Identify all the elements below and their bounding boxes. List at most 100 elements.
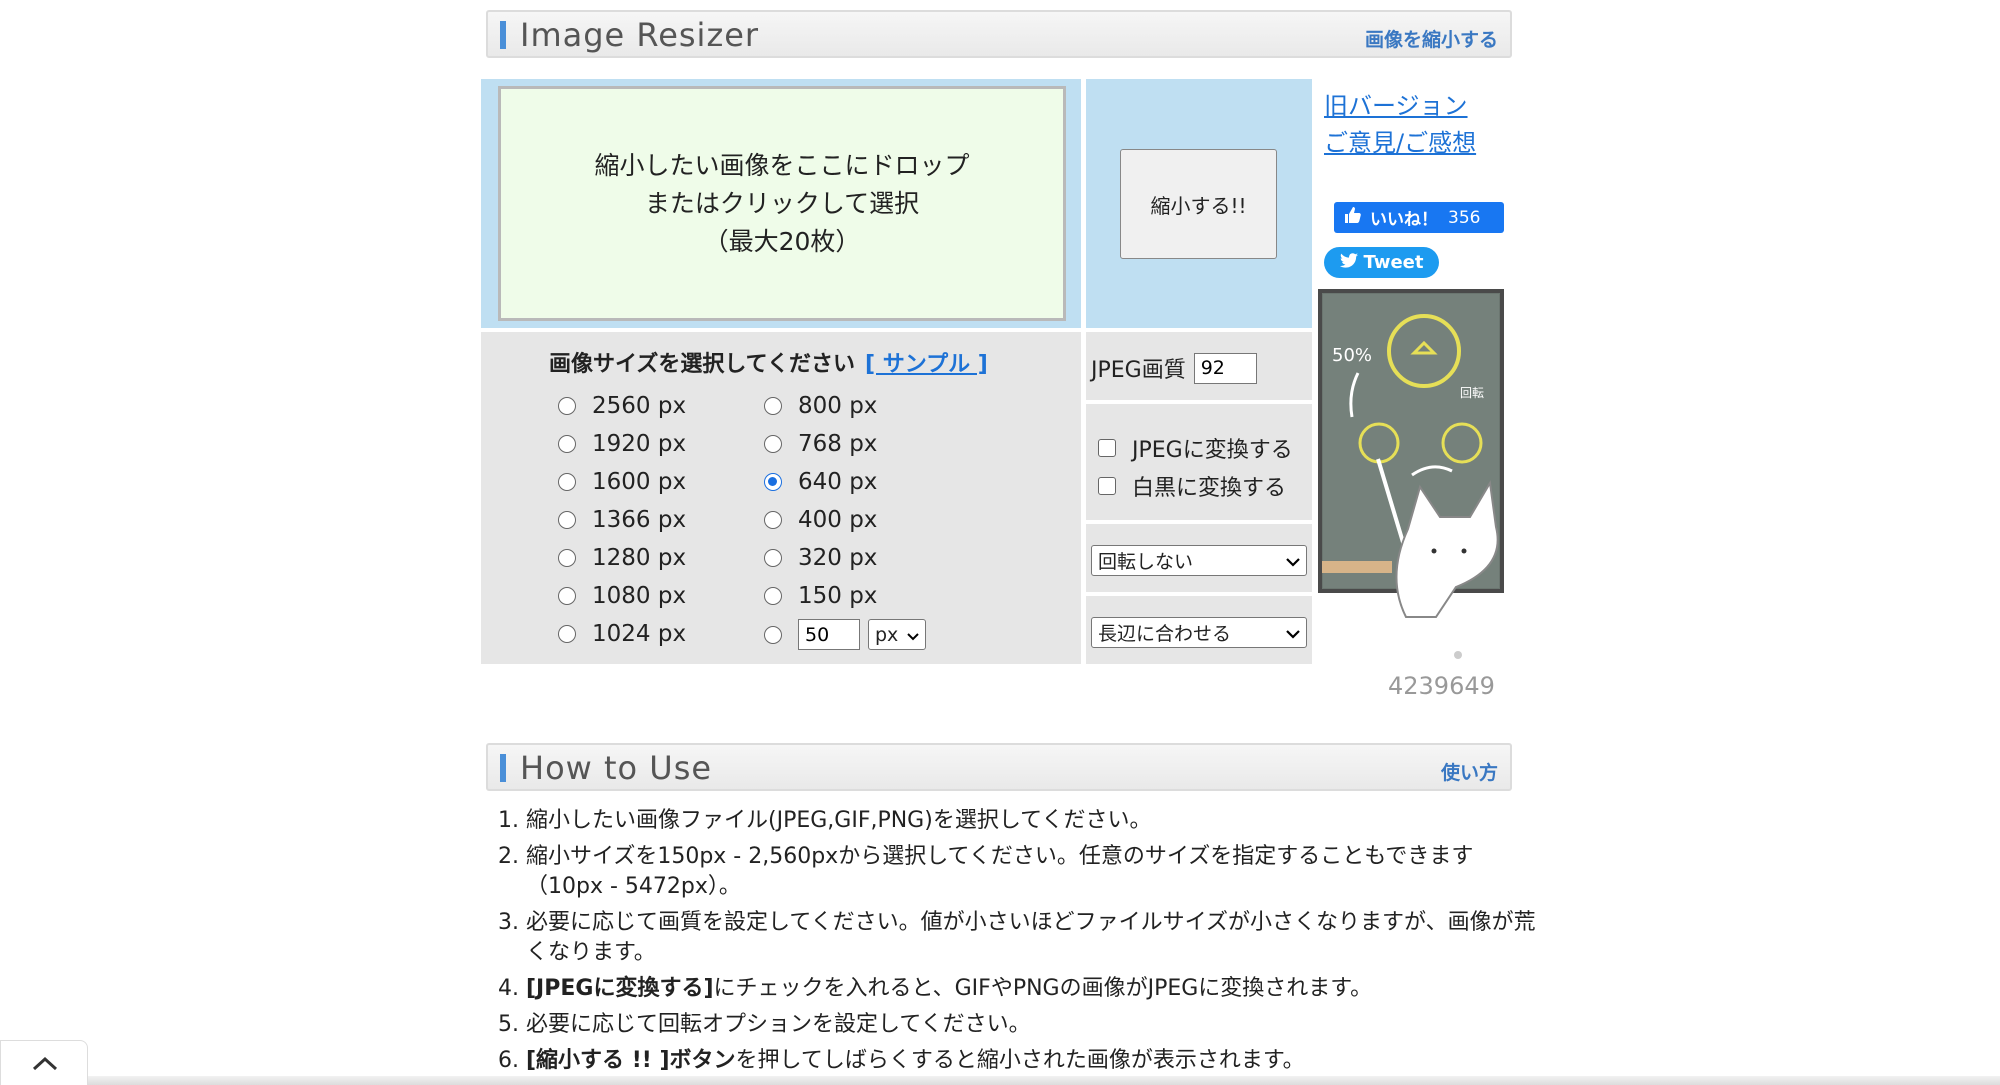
size-option-150[interactable]: 150 px xyxy=(764,583,877,609)
step-text: を押してしばらくすると縮小された画像が表示されます。 xyxy=(735,1048,1305,1073)
size-label: 1024 px xyxy=(592,621,687,647)
step-number: 6. xyxy=(498,1048,519,1073)
header-title: Image Resizer xyxy=(520,16,760,54)
header-title: How to Use xyxy=(520,749,713,787)
percent-chalk-label: 50% xyxy=(1332,345,1372,366)
rotate-chalk-label: 回転 xyxy=(1460,386,1484,400)
feedback-link[interactable]: ご意見/ご感想 xyxy=(1324,123,1476,158)
size-label: 1366 px xyxy=(592,507,687,533)
image-drop-zone[interactable]: 縮小したい画像をここにドロップ またはクリックして選択 （最大20枚） xyxy=(498,86,1066,321)
convert-jpeg-checkbox[interactable] xyxy=(1098,439,1116,457)
step-number: 3. xyxy=(498,910,519,935)
header-subtitle: 画像を縮小する xyxy=(1364,29,1498,51)
size-option-768[interactable]: 768 px xyxy=(764,431,877,457)
chevron-down-icon xyxy=(1286,550,1300,572)
chalkboard-cat-illustration: 50% 回転 xyxy=(1318,289,1504,659)
size-section-title: 画像サイズを選択してください [ サンプル ] xyxy=(549,346,988,378)
size-label: 1600 px xyxy=(592,469,687,495)
fit-select[interactable]: 長辺に合わせる xyxy=(1091,617,1307,648)
header-accent-bar xyxy=(500,754,506,782)
header-image-resizer: Image Resizer 画像を縮小する xyxy=(486,10,1512,58)
size-label: 1280 px xyxy=(592,545,687,571)
scroll-to-top-button[interactable] xyxy=(0,1040,88,1085)
radio-800[interactable] xyxy=(764,397,782,415)
step-text: 縮小したい画像ファイル(JPEG,GIF,PNG)を選択してください。 xyxy=(526,808,1152,833)
size-label: 640 px xyxy=(798,469,878,495)
radio-1600[interactable] xyxy=(558,473,576,491)
size-label: 768 px xyxy=(798,431,878,457)
rotate-select[interactable]: 回転しない xyxy=(1091,545,1307,576)
like-label: いいね！ xyxy=(1370,210,1438,230)
convert-jpeg-option[interactable]: JPEGに変換する xyxy=(1098,432,1293,464)
radio-768[interactable] xyxy=(764,435,782,453)
header-subtitle: 使い方 xyxy=(1440,762,1498,784)
size-label: 400 px xyxy=(798,507,878,533)
visitor-counter: 4239649 xyxy=(1388,672,1495,700)
step-number: 4. xyxy=(498,976,519,1001)
size-option-1366[interactable]: 1366 px xyxy=(558,507,686,533)
jpeg-quality-label: JPEG画質 xyxy=(1091,358,1186,383)
custom-size-input[interactable] xyxy=(798,619,860,650)
step-text: 必要に応じて画質を設定してください。値が小さいほどファイルサイズが小さくなります… xyxy=(526,910,1536,965)
size-panel xyxy=(481,332,1081,664)
radio-1024[interactable] xyxy=(558,625,576,643)
size-label: 320 px xyxy=(798,545,878,571)
step-number: 5. xyxy=(498,1012,519,1037)
chevron-up-icon xyxy=(32,1056,58,1075)
chevron-down-icon xyxy=(907,624,919,646)
radio-1366[interactable] xyxy=(558,511,576,529)
list-item: 6. [縮小する !! ]ボタンを押してしばらくすると縮小された画像が表示されます… xyxy=(498,1046,1536,1076)
radio-1080[interactable] xyxy=(558,587,576,605)
radio-1280[interactable] xyxy=(558,549,576,567)
radio-custom[interactable] xyxy=(764,625,782,644)
grayscale-option[interactable]: 白黒に変換する xyxy=(1098,470,1286,502)
size-label: 2560 px xyxy=(592,393,687,419)
list-item: 5. 必要に応じて回転オプションを設定してください。 xyxy=(498,1010,1536,1040)
size-option-1280[interactable]: 1280 px xyxy=(558,545,686,571)
size-option-custom[interactable]: px xyxy=(764,619,926,650)
radio-150[interactable] xyxy=(764,587,782,605)
step-text: にチェックを入れると、GIFやPNGの画像がJPEGに変換されます。 xyxy=(713,976,1373,1001)
size-label: 1080 px xyxy=(592,583,687,609)
sample-link[interactable]: [ サンプル ] xyxy=(865,352,988,377)
grayscale-checkbox[interactable] xyxy=(1098,477,1116,495)
step-bold: [縮小する !! ]ボタン xyxy=(526,1048,736,1073)
size-title-text: 画像サイズを選択してください xyxy=(549,352,856,377)
step-bold: [JPEGに変換する] xyxy=(526,976,714,1001)
list-item: 4. [JPEGに変換する]にチェックを入れると、GIFやPNGの画像がJPEGに… xyxy=(498,974,1536,1004)
drop-line-2: またはクリックして選択 xyxy=(644,188,920,218)
radio-2560[interactable] xyxy=(558,397,576,415)
convert-jpeg-label: JPEGに変換する xyxy=(1132,438,1293,463)
old-version-link[interactable]: 旧バージョン xyxy=(1324,86,1468,121)
step-text: 縮小サイズを150px - 2,560pxから選択してください。任意のサイズを指… xyxy=(526,844,1474,899)
size-option-1024[interactable]: 1024 px xyxy=(558,621,686,647)
tweet-button[interactable]: Tweet xyxy=(1324,247,1439,278)
radio-400[interactable] xyxy=(764,511,782,529)
thumbs-up-icon xyxy=(1344,206,1362,229)
drop-line-3: （最大20枚） xyxy=(703,226,861,256)
size-option-320[interactable]: 320 px xyxy=(764,545,877,571)
header-how-to-use: How to Use 使い方 xyxy=(486,743,1512,791)
size-option-400[interactable]: 400 px xyxy=(764,507,877,533)
size-option-2560[interactable]: 2560 px xyxy=(558,393,686,419)
how-to-list: 1. 縮小したい画像ファイル(JPEG,GIF,PNG)を選択してください。 2.… xyxy=(498,806,1536,1082)
twitter-bird-icon xyxy=(1339,252,1358,273)
size-option-800[interactable]: 800 px xyxy=(764,393,877,419)
radio-640-selected[interactable] xyxy=(764,473,782,491)
jpeg-quality-input[interactable] xyxy=(1193,352,1257,384)
chevron-down-icon xyxy=(1286,622,1300,644)
radio-320[interactable] xyxy=(764,549,782,567)
size-option-1080[interactable]: 1080 px xyxy=(558,583,686,609)
unit-value: px xyxy=(875,623,899,646)
header-accent-bar xyxy=(500,21,506,49)
facebook-like-button[interactable]: いいね！ 356 xyxy=(1334,202,1504,233)
radio-1920[interactable] xyxy=(558,435,576,453)
bottom-bar xyxy=(88,1076,2000,1085)
resize-button[interactable]: 縮小する!! xyxy=(1120,149,1277,259)
custom-unit-select[interactable]: px xyxy=(868,619,926,650)
size-option-1920[interactable]: 1920 px xyxy=(558,431,686,457)
size-option-640[interactable]: 640 px xyxy=(764,469,877,495)
grayscale-label: 白黒に変換する xyxy=(1132,476,1287,501)
size-label: 1920 px xyxy=(592,431,687,457)
size-option-1600[interactable]: 1600 px xyxy=(558,469,686,495)
